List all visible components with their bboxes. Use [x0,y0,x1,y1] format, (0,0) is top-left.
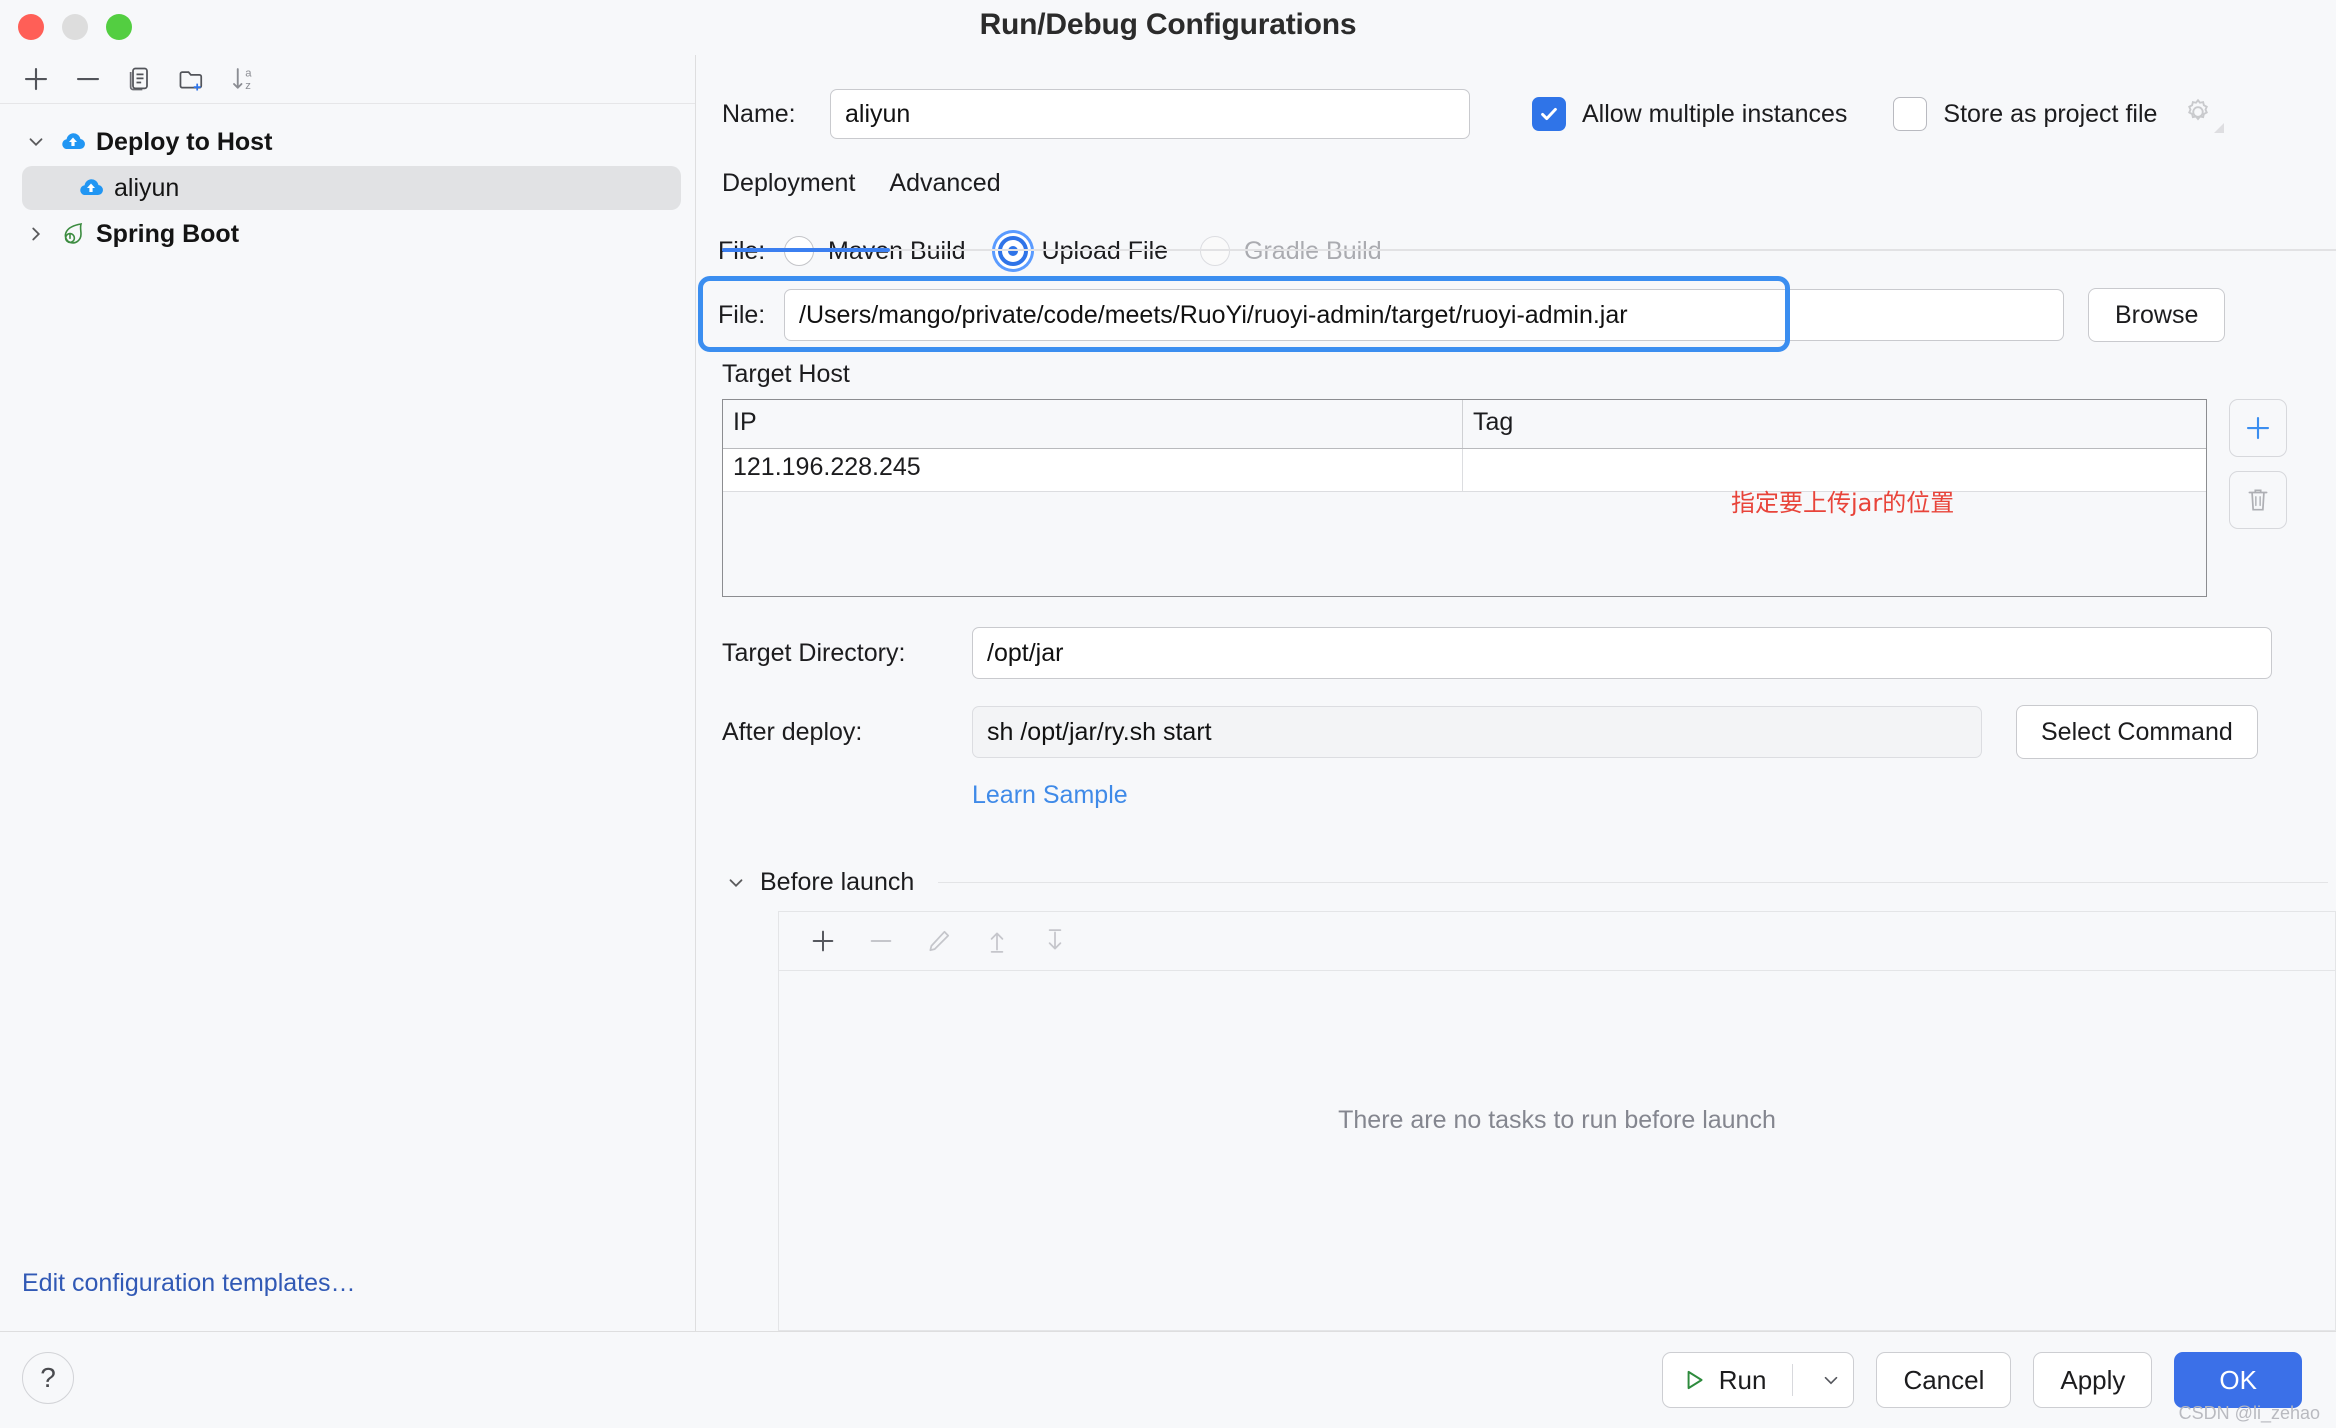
deploy-cloud-icon [56,130,90,154]
after-deploy-input[interactable]: sh /opt/jar/ry.sh start [972,706,1982,758]
chevron-right-icon[interactable] [22,223,50,245]
browse-button[interactable]: Browse [2088,288,2226,342]
tree-group-spring-boot[interactable]: Spring Boot [0,210,695,258]
remove-task-button [855,916,907,966]
tab-deployment[interactable]: Deployment [722,169,855,210]
column-header-ip: IP [723,400,1463,448]
name-label: Name: [722,99,796,128]
delete-host-button[interactable] [2229,471,2287,529]
radio-gradle-build-label: Gradle Build [1244,236,1382,265]
edit-task-button [913,916,965,966]
select-command-button[interactable]: Select Command [2016,705,2258,759]
dialog-footer: ? Run Cancel Apply OK CSDN @li_zehao [0,1331,2336,1428]
file-source-row: File: Maven Build Upload File Gradle Bui… [718,236,2336,266]
before-launch-panel: There are no tasks to run before launch [778,911,2336,1331]
svg-text:z: z [245,80,251,92]
annotation-text: 指定要上传jar的位置 [1731,489,1955,517]
watermark: CSDN @li_zehao [2178,1403,2320,1423]
tab-underline [722,248,2336,252]
target-host-label: Target Host [722,360,850,388]
run-button[interactable]: Run [1661,1352,1855,1408]
checkbox-label: Allow multiple instances [1582,99,1848,128]
page-title: Run/Debug Configurations [979,8,1357,41]
tab-active-indicator [722,248,890,252]
target-host-table-buttons [2229,399,2287,529]
file-path-input[interactable]: /Users/mango/private/code/meets/RuoYi/ru… [784,289,2064,341]
file-path-row: File: /Users/mango/private/code/meets/Ru… [698,276,2336,352]
cell-ip[interactable]: 121.196.228.245 [723,449,1463,491]
add-configuration-button[interactable] [10,57,62,101]
tree-item-label: Spring Boot [96,219,240,248]
run-button-separator [1792,1364,1794,1396]
after-deploy-label: After deploy: [722,717,863,746]
edit-configuration-templates-link[interactable]: Edit configuration templates… [22,1235,356,1331]
target-host-table[interactable]: IP Tag 121.196.228.245 [722,399,2207,597]
before-launch-divider [938,882,2328,883]
column-header-tag: Tag [1473,408,1514,436]
add-task-button[interactable] [797,916,849,966]
name-row: Name: aliyun Allow multiple instances St… [696,89,2336,139]
before-launch-title: Before launch [760,868,915,896]
checkbox-label: Store as project file [1943,99,2158,128]
move-up-button [971,916,1023,966]
spring-leaf-icon [56,221,90,247]
table-row[interactable]: 121.196.228.245 [723,449,2206,492]
before-launch-header[interactable]: Before launch [722,868,2336,897]
name-input[interactable]: aliyun [830,89,1470,139]
chevron-down-icon[interactable] [22,131,50,153]
tree-item-label: Deploy to Host [96,127,273,156]
window-body: az Deploy to Host aliyun Spring Boot Edi… [0,55,2336,1331]
radio-upload-file-label[interactable]: Upload File [1042,237,1168,266]
help-button[interactable]: ? [22,1352,74,1404]
tree-item-label: aliyun [114,173,180,202]
tree-item-aliyun[interactable]: aliyun [22,166,681,210]
radio-upload-file[interactable] [997,236,1028,266]
before-launch-toolbar [779,912,2335,971]
cancel-button[interactable]: Cancel [1876,1352,2012,1408]
sort-alphabetically-button[interactable]: az [218,57,270,101]
store-as-project-file-checkbox[interactable]: Store as project file [1893,97,2231,133]
chevron-down-icon[interactable] [1809,1369,1853,1391]
configurations-sidebar: az Deploy to Host aliyun Spring Boot Edi… [0,55,696,1331]
gear-icon[interactable] [2183,97,2231,133]
sidebar-toolbar: az [0,55,695,104]
apply-button[interactable]: Apply [2033,1352,2153,1408]
checkbox-box[interactable] [1532,97,1566,131]
before-launch-empty-text: There are no tasks to run before launch [1338,1106,1776,1134]
play-icon [1681,1367,1707,1393]
target-directory-label: Target Directory: [722,638,906,667]
run-debug-configurations-window: Run/Debug Configurations az Deploy to Ho… [0,0,2336,1428]
move-down-button [1029,916,1081,966]
title-bar: Run/Debug Configurations [0,0,2336,55]
learn-sample-link[interactable]: Learn Sample [972,781,2336,810]
chevron-down-icon[interactable] [722,872,750,894]
file-path-label: File: [718,300,766,329]
target-directory-input[interactable]: /opt/jar [972,627,2272,679]
configurations-tree: Deploy to Host aliyun Spring Boot [0,104,695,1331]
target-directory-row: Target Directory: /opt/jar [722,627,2336,679]
svg-text:a: a [245,68,252,80]
deploy-cloud-icon [74,176,108,200]
after-deploy-row: After deploy: sh /opt/jar/ry.sh start Se… [722,705,2336,759]
table-header-row: IP Tag [723,400,2206,449]
target-host-table-wrapper: IP Tag 121.196.228.245 [722,399,2336,597]
editor-tabs: Deployment Advanced [722,169,2336,210]
new-folder-button[interactable] [166,57,218,101]
configuration-editor-panel: Name: aliyun Allow multiple instances St… [696,55,2336,1331]
checkbox-box[interactable] [1893,97,1928,131]
add-host-button[interactable] [2229,399,2287,457]
ok-button[interactable]: OK [2174,1352,2302,1408]
copy-configuration-button[interactable] [114,57,166,101]
run-button-label: Run [1718,1364,1767,1395]
allow-multiple-instances-checkbox[interactable]: Allow multiple instances [1532,97,1847,131]
tab-advanced[interactable]: Advanced [889,169,1000,210]
tree-group-deploy-to-host[interactable]: Deploy to Host [0,118,695,166]
radio-gradle-build [1200,236,1231,266]
remove-configuration-button[interactable] [62,57,114,101]
